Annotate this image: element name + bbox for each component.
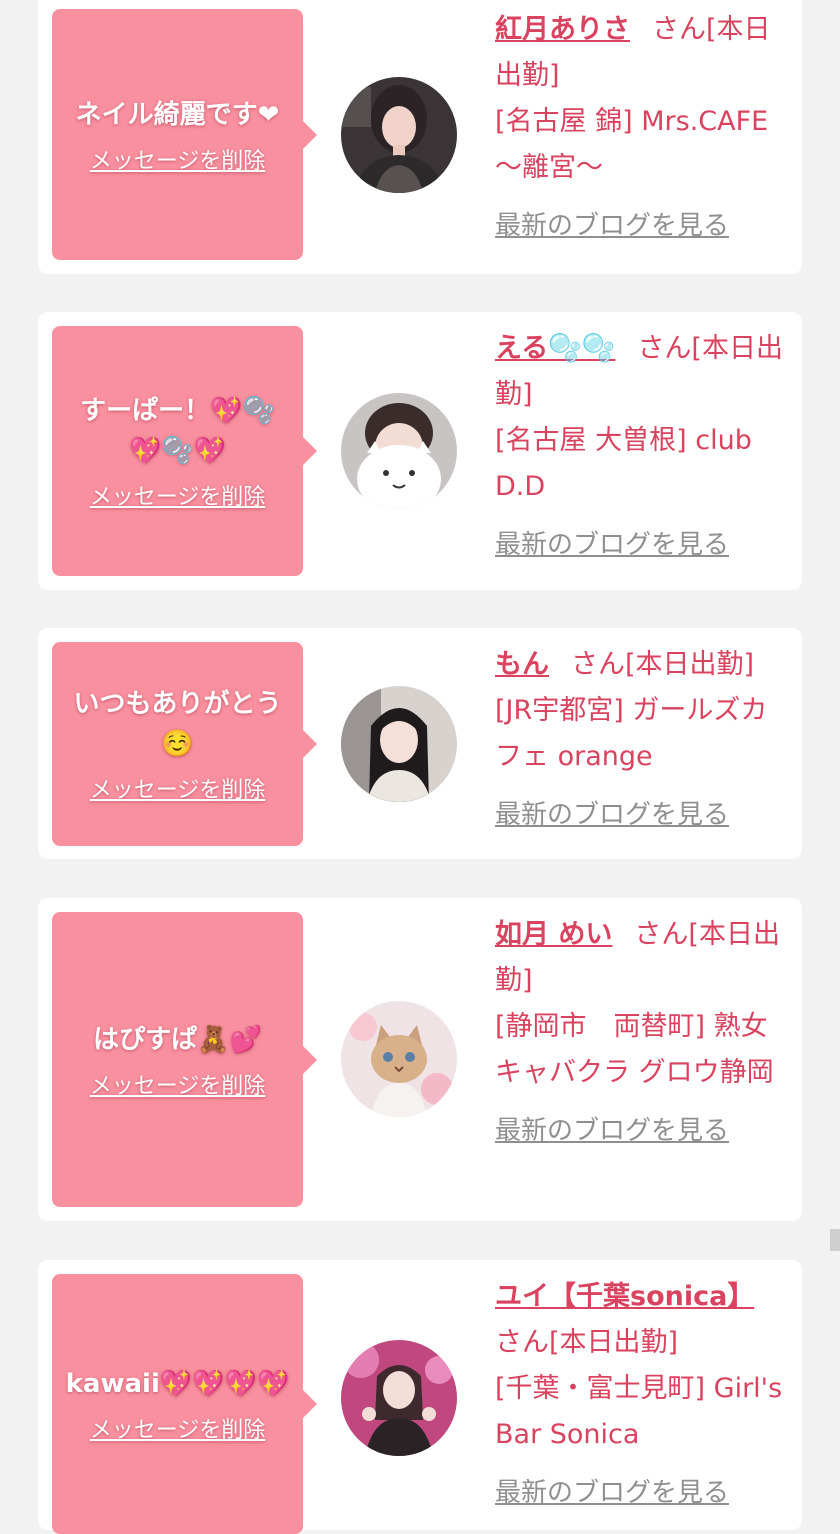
delete-message-link[interactable]: メッセージを削除 <box>90 143 266 175</box>
delete-message-link[interactable]: メッセージを削除 <box>90 1412 266 1444</box>
message-text: はぴすぱ🧸💕 <box>93 1024 262 1055</box>
delete-message-link[interactable]: メッセージを削除 <box>90 772 266 804</box>
blog-link[interactable]: 最新のブログを見る <box>495 1472 785 1509</box>
avatar[interactable] <box>341 1001 457 1117</box>
shop-text: [千葉・富士見町] Girl's Bar Sonica <box>495 1373 783 1450</box>
profile-info: ユイ【千葉sonica】 さん[本日出勤] [千葉・富士見町] Girl's Ba… <box>495 1274 785 1509</box>
delete-message-link[interactable]: メッセージを削除 <box>90 1068 266 1100</box>
shop-text: [名古屋 大曽根] club D.D <box>495 425 752 502</box>
cast-name-link[interactable]: 如月 めい <box>495 919 612 950</box>
list-item: ネイル綺麗です❤ メッセージを削除 紅月ありさ さん[本日出勤] [名古屋 錦] … <box>38 0 802 274</box>
message-bubble: ネイル綺麗です❤ メッセージを削除 <box>52 9 317 260</box>
message-text: kawaii💖💖💖💖 <box>65 1369 290 1399</box>
list-item: kawaii💖💖💖💖 メッセージを削除 ユイ【千葉sonica】 さん[本日出勤]… <box>38 1260 802 1534</box>
avatar[interactable] <box>341 393 457 509</box>
profile-info: える🫧🫧 さん[本日出勤] [名古屋 大曽根] club D.D 最新のブログを見… <box>495 326 785 561</box>
message-bubble: はぴすぱ🧸💕 メッセージを削除 <box>52 912 317 1207</box>
profile-info: 如月 めい さん[本日出勤] [静岡市 両替町] 熟女キャバクラ グロウ静岡 最新… <box>495 912 785 1147</box>
shop-text: [名古屋 錦] Mrs.CAFE 〜離宮〜 <box>495 106 769 183</box>
profile-info: 紅月ありさ さん[本日出勤] [名古屋 錦] Mrs.CAFE 〜離宮〜 最新のブ… <box>495 7 785 242</box>
cast-name-link[interactable]: もん <box>495 649 549 680</box>
delete-message-link[interactable]: メッセージを削除 <box>90 479 266 511</box>
avatar[interactable] <box>341 77 457 193</box>
status-text: さん[本日出勤] <box>571 649 755 680</box>
shop-text: [JR宇都宮] ガールズカフェ orange <box>495 695 768 772</box>
scrollbar-thumb[interactable] <box>830 1229 840 1251</box>
cast-name-link[interactable]: 紅月ありさ <box>495 14 630 45</box>
avatar[interactable] <box>341 686 457 802</box>
message-text: いつもありがとう☺️ <box>73 689 282 759</box>
list-item: いつもありがとう☺️ メッセージを削除 もん さん[本日出勤] [JR宇都宮] ガ… <box>38 628 802 859</box>
message-text: すーぱー！💖🫧💖🫧💖 <box>80 396 275 466</box>
list-item: すーぱー！💖🫧💖🫧💖 メッセージを削除 える🫧🫧 さん[本日出勤] [名古屋 大曽… <box>38 312 802 590</box>
message-text: ネイル綺麗です❤ <box>75 99 280 130</box>
status-text: さん[本日出勤] <box>495 1327 679 1358</box>
avatar[interactable] <box>341 1340 457 1456</box>
blog-link[interactable]: 最新のブログを見る <box>495 524 785 561</box>
blog-link[interactable]: 最新のブログを見る <box>495 205 785 242</box>
blog-link[interactable]: 最新のブログを見る <box>495 794 785 831</box>
profile-info: もん さん[本日出勤] [JR宇都宮] ガールズカフェ orange 最新のブログ… <box>495 642 785 831</box>
list-item: はぴすぱ🧸💕 メッセージを削除 如月 めいさん[本日出勤] [静岡市 両替町] <box>38 898 802 1221</box>
message-bubble: いつもありがとう☺️ メッセージを削除 <box>52 642 317 846</box>
message-bubble: kawaii💖💖💖💖 メッセージを削除 <box>52 1274 317 1534</box>
cast-name-link[interactable]: える🫧🫧 <box>495 333 615 364</box>
message-bubble: すーぱー！💖🫧💖🫧💖 メッセージを削除 <box>52 326 317 576</box>
blog-link[interactable]: 最新のブログを見る <box>495 1110 785 1147</box>
cast-name-link[interactable]: ユイ【千葉sonica】 <box>495 1281 754 1312</box>
shop-text: [静岡市 両替町] 熟女キャバクラ グロウ静岡 <box>495 1011 774 1088</box>
